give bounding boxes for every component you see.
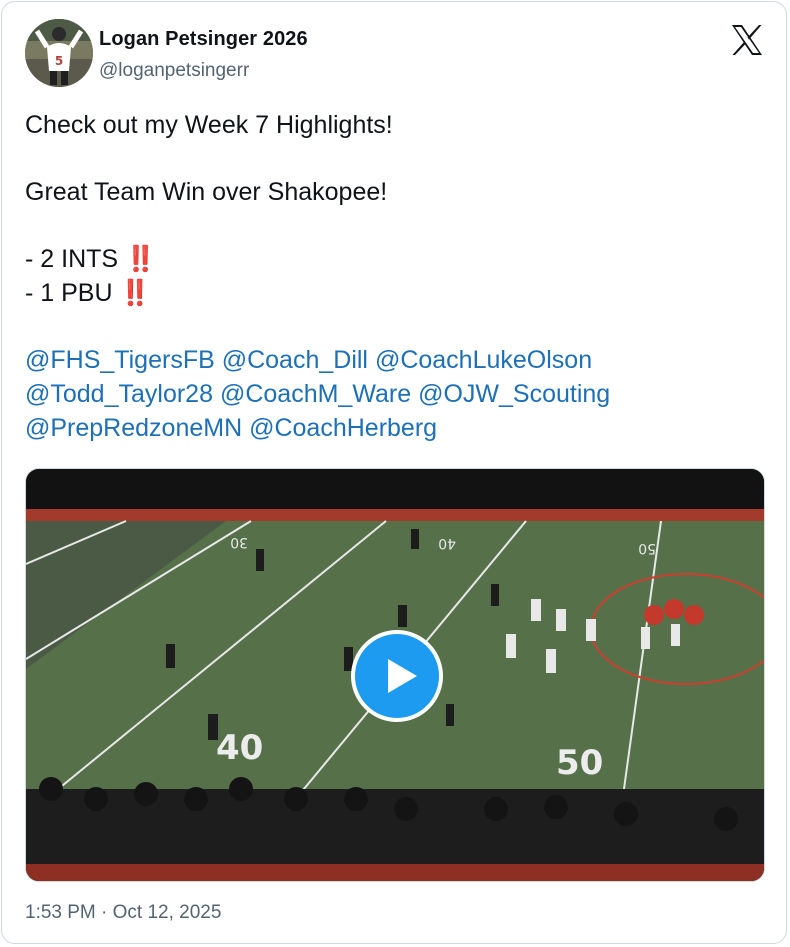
- author-name[interactable]: Logan Petsinger 2026: [99, 28, 308, 51]
- x-logo-icon[interactable]: [730, 24, 764, 56]
- video-player[interactable]: 30 40 50 40 50: [25, 468, 765, 882]
- stat-text: - 2 INTS: [25, 245, 119, 273]
- yard-number: 50: [556, 743, 603, 783]
- yard-number: 40: [438, 535, 456, 551]
- double-exclamation-icon: ‼️: [119, 279, 150, 307]
- svg-text:5: 5: [55, 54, 63, 68]
- mentions-line: @Todd_Taylor28 @CoachM_Ware @OJW_Scoutin…: [25, 377, 765, 411]
- stat-line: - 2 INTS ‼️: [25, 242, 765, 276]
- mention-link[interactable]: @CoachM_Ware: [220, 380, 411, 408]
- yard-number: 50: [638, 540, 656, 556]
- mention-link[interactable]: @Todd_Taylor28: [25, 380, 213, 408]
- mention-link[interactable]: @FHS_TigersFB: [25, 346, 215, 374]
- mentions-line: @PrepRedzoneMN @CoachHerberg: [25, 411, 765, 445]
- yard-number: 40: [216, 728, 263, 768]
- mention-link[interactable]: @Coach_Dill: [222, 346, 368, 374]
- mention-link[interactable]: @OJW_Scouting: [418, 380, 610, 408]
- tweet-line: Great Team Win over Shakopee!: [25, 178, 388, 206]
- mention-link[interactable]: @CoachLukeOlson: [375, 346, 592, 374]
- play-icon: [388, 659, 417, 693]
- timestamp[interactable]: 1:53 PM · Oct 12, 2025: [25, 902, 221, 924]
- tweet-card: 5 Logan Petsinger 2026 @loganpetsingerr …: [1, 1, 787, 944]
- yard-number: 30: [230, 534, 248, 550]
- stat-text: - 1 PBU: [25, 279, 113, 307]
- play-button[interactable]: [351, 630, 443, 722]
- tweet-line: Check out my Week 7 Highlights!: [25, 111, 393, 139]
- stat-line: - 1 PBU ‼️: [25, 276, 765, 310]
- mentions-line: @FHS_TigersFB @Coach_Dill @CoachLukeOlso…: [25, 343, 765, 377]
- author-handle[interactable]: @loganpetsingerr: [99, 60, 249, 82]
- avatar[interactable]: 5: [25, 19, 93, 87]
- mention-link[interactable]: @CoachHerberg: [249, 414, 437, 442]
- tweet-text: Check out my Week 7 Highlights! Great Te…: [25, 108, 765, 445]
- double-exclamation-icon: ‼️: [125, 245, 156, 273]
- mention-link[interactable]: @PrepRedzoneMN: [25, 414, 242, 442]
